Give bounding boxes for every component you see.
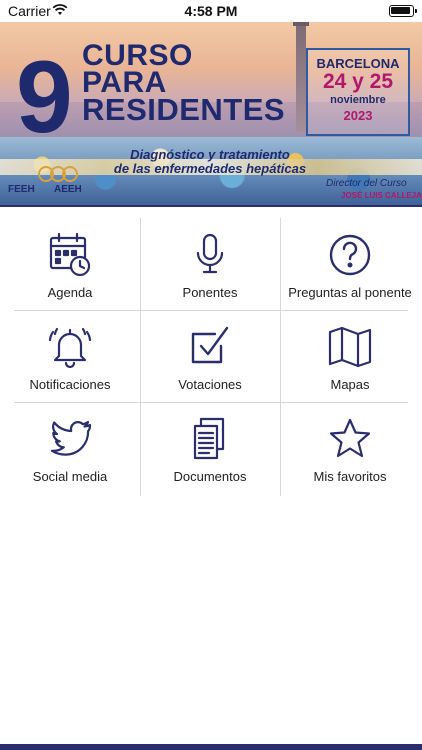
course-edition-number: 9 xyxy=(16,40,73,154)
twitter-bird-icon xyxy=(50,420,92,456)
menu-item-favoritos[interactable]: Mis favoritos xyxy=(280,402,420,494)
menu-item-mapas[interactable]: Mapas xyxy=(280,310,420,402)
menu-item-agenda[interactable]: Agenda xyxy=(0,218,140,310)
menu-item-label: Mapas xyxy=(330,377,370,392)
question-circle-icon xyxy=(329,234,371,276)
documents-icon xyxy=(193,417,225,460)
event-year: 2023 xyxy=(343,108,373,123)
menu-item-label: Notificaciones xyxy=(29,377,111,392)
menu-item-preguntas[interactable]: Preguntas al ponente xyxy=(280,218,420,310)
calendar-clock-icon xyxy=(49,232,91,277)
course-subtitle: Diagnóstico y tratamiento de las enferme… xyxy=(100,148,320,176)
star-icon xyxy=(329,418,371,458)
course-title: CURSO PARA RESIDENTES xyxy=(82,39,286,127)
association-logo-icon xyxy=(38,166,78,182)
course-title-line: CURSO xyxy=(82,39,193,72)
menu-item-ponentes[interactable]: Ponentes xyxy=(140,218,280,310)
menu-item-label: Agenda xyxy=(47,285,93,300)
director-name: JOSÉ LUIS CALLEJA xyxy=(341,191,422,200)
checkbox-icon xyxy=(191,326,229,364)
feeh-logo-text: FEEH xyxy=(8,184,35,195)
menu-item-label: Votaciones xyxy=(178,377,242,392)
menu-item-label: Social media xyxy=(32,469,108,484)
event-city: BARCELONA xyxy=(316,56,400,71)
menu-item-label: Preguntas al ponente xyxy=(288,285,412,300)
menu-item-notificaciones[interactable]: Notificaciones xyxy=(0,310,140,402)
status-time: 4:58 PM xyxy=(184,3,238,19)
battery-icon xyxy=(389,5,417,17)
bell-ringing-icon xyxy=(48,327,92,369)
banner-tower-decoration xyxy=(293,22,309,132)
menu-item-documentos[interactable]: Documentos xyxy=(140,402,280,494)
menu-item-votaciones[interactable]: Votaciones xyxy=(140,310,280,402)
bottom-brand-bar xyxy=(0,744,422,750)
menu-item-social-media[interactable]: Social media xyxy=(0,402,140,494)
course-title-line: RESIDENTES xyxy=(82,92,286,127)
event-dates: 24 y 25 xyxy=(322,70,394,93)
banner-divider xyxy=(0,205,422,207)
event-month: noviembre xyxy=(330,94,386,106)
microphone-icon xyxy=(196,233,224,274)
director-label: Director del Curso xyxy=(326,178,407,189)
status-bar: Carrier 4:58 PM xyxy=(0,0,422,22)
aeeh-logo-text: AEEH xyxy=(54,184,82,195)
menu-item-label: Ponentes xyxy=(182,285,238,300)
map-icon xyxy=(328,326,372,368)
menu-item-label: Mis favoritos xyxy=(313,469,387,484)
main-menu-grid: Agenda Ponentes Preguntas al ponente Not… xyxy=(0,218,422,496)
event-location-box: BARCELONA 24 y 25 noviembre 2023 xyxy=(306,48,410,136)
menu-item-label: Documentos xyxy=(173,469,247,484)
course-banner: 9 CURSO PARA RESIDENTES BARCELONA 24 y 2… xyxy=(0,22,422,207)
course-subtitle-line: de las enfermedades hepáticas xyxy=(113,161,307,176)
course-subtitle-line: Diagnóstico y tratamiento xyxy=(130,147,290,162)
